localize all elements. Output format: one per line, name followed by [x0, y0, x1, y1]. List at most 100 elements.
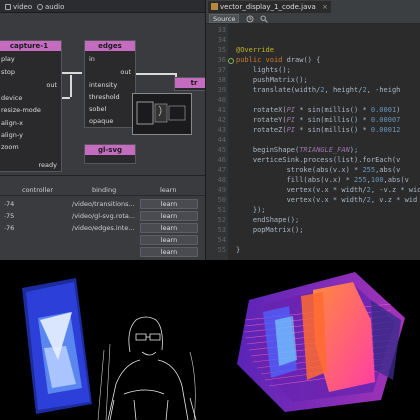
fold-marker-icon[interactable]	[228, 58, 234, 64]
line-number: 38	[217, 76, 226, 84]
param-intensity[interactable]: intensity	[89, 81, 117, 89]
param-resize-mode[interactable]: resize-mode	[1, 106, 41, 114]
code-text: fill(abs(v.x) * 255,100,abs(v	[236, 176, 409, 184]
node-title: capture-1	[0, 41, 61, 51]
column-header-binding: binding	[92, 186, 117, 194]
learn-button[interactable]: learn	[140, 247, 198, 257]
node-gl-svg[interactable]: gl-svg	[84, 144, 136, 164]
learn-button[interactable]: learn	[140, 223, 198, 233]
line-number: 33	[217, 26, 226, 34]
wire	[62, 97, 70, 99]
line-number: 35	[217, 46, 226, 54]
line-number: 51	[217, 206, 226, 214]
tab-video[interactable]: video	[2, 2, 35, 12]
port-out[interactable]: out	[120, 68, 131, 76]
param-play[interactable]: play	[1, 55, 15, 63]
line-number: 55	[217, 246, 226, 254]
tab-audio[interactable]: audio	[34, 2, 67, 12]
learn-button[interactable]: learn	[140, 211, 198, 221]
source-button[interactable]: Source	[209, 14, 240, 23]
close-tab-icon[interactable]: ×	[322, 3, 328, 11]
video-output-left: ~	[0, 260, 205, 420]
node-graph-pane: video audio capture-1 play stop out devi…	[0, 0, 205, 175]
learn-button[interactable]: learn	[140, 235, 198, 245]
code-text: endShape();	[236, 216, 300, 224]
node-title: gl-svg	[85, 145, 135, 155]
code-text: rotateY(PI * sin(millis() * 0.00007	[236, 116, 401, 124]
preview-thumbnail	[132, 93, 192, 135]
param-align-x[interactable]: align-x	[1, 119, 23, 127]
port-in[interactable]: in	[89, 55, 95, 63]
midi-binding-table: controller binding learn - 74 /video/tra…	[0, 175, 205, 260]
line-number: 53	[217, 226, 226, 234]
node-graph-canvas[interactable]: capture-1 play stop out device resize-mo…	[0, 13, 205, 175]
edge-render-visual: ~	[0, 260, 205, 420]
pane-tabbar: video audio	[0, 0, 205, 13]
audio-icon	[37, 4, 43, 10]
fan-render-visual	[205, 260, 420, 420]
cell-controller: 75	[6, 212, 15, 220]
code-text: popMatrix();	[236, 226, 304, 234]
code-text: lights();	[236, 66, 291, 74]
node-partial[interactable]: tr	[174, 77, 205, 91]
line-number: 40	[217, 96, 226, 104]
line-number: 43	[217, 126, 226, 134]
shirt-logo: ~	[140, 387, 145, 394]
param-opaque[interactable]: opaque	[89, 117, 113, 125]
line-number: 41	[217, 106, 226, 114]
tab-video-label: video	[13, 3, 33, 11]
wire	[62, 72, 82, 74]
line-number: 42	[217, 116, 226, 124]
column-header-learn: learn	[160, 186, 177, 194]
line-number: 46	[217, 156, 226, 164]
line-number: 50	[217, 196, 226, 204]
node-title: tr	[175, 78, 205, 88]
video-icon	[5, 4, 11, 10]
node-edges[interactable]: edges in out intensity threshold sobel o…	[84, 40, 136, 128]
line-number: 49	[217, 186, 226, 194]
tab-audio-label: audio	[45, 3, 65, 11]
table-row[interactable]: - 75 /video/gl-svg.rota... learn	[0, 210, 205, 222]
column-header-controller: controller	[22, 186, 54, 194]
code-text: @Override	[236, 46, 274, 54]
line-number: 52	[217, 216, 226, 224]
line-number: 48	[217, 176, 226, 184]
editor-tabbar: vector_display_1_code.java ×	[206, 0, 420, 13]
cell-binding: /video/gl-svg.rota...	[72, 212, 136, 220]
line-number: 34	[217, 36, 226, 44]
code-text: verticeSink.process(list).forEach(v	[236, 156, 401, 164]
code-text: stroke(abs(v.x) * 255,abs(v	[236, 166, 401, 174]
node-capture[interactable]: capture-1 play stop out device resize-mo…	[0, 40, 62, 172]
port-out[interactable]: out	[46, 81, 57, 89]
learn-button[interactable]: learn	[140, 199, 198, 209]
table-header: controller binding learn	[0, 184, 205, 196]
param-align-y[interactable]: align-y	[1, 131, 23, 139]
code-text: translate(width/2, height/2, -heigh	[236, 86, 401, 94]
cell-controller: 74	[6, 200, 15, 208]
tab-vector-display-code[interactable]: vector_display_1_code.java ×	[208, 1, 331, 13]
code-text: beginShape(TRIANGLE_FAN);	[236, 146, 359, 154]
code-text: rotateX(PI * sin(millis() * 0.0001)	[236, 106, 401, 114]
cell-controller: 76	[6, 224, 15, 232]
search-icon[interactable]	[260, 15, 268, 23]
cell-binding: /video/transitions...	[72, 200, 135, 208]
param-threshold[interactable]: threshold	[89, 93, 120, 101]
video-output-right	[205, 260, 420, 420]
param-stop[interactable]: stop	[1, 68, 15, 76]
table-row[interactable]: - 76 /video/edges.inte... learn	[0, 222, 205, 234]
java-file-icon	[211, 3, 218, 10]
table-row[interactable]: - 74 /video/transitions... learn	[0, 198, 205, 210]
param-zoom[interactable]: zoom	[1, 143, 19, 151]
cell-binding: /video/edges.inte...	[72, 224, 135, 232]
line-number: 45	[217, 146, 226, 154]
param-device[interactable]: device	[1, 94, 22, 102]
table-row[interactable]: learn	[0, 246, 205, 258]
line-number: 39	[217, 86, 226, 94]
table-row[interactable]: learn	[0, 234, 205, 246]
code-text: });	[236, 206, 266, 214]
code-text: rotateZ(PI * sin(millis() * 0.00012	[236, 126, 401, 134]
param-sobel[interactable]: sobel	[89, 105, 106, 113]
tab-label: vector_display_1_code.java	[220, 3, 316, 11]
line-number: 54	[217, 236, 226, 244]
history-icon[interactable]	[246, 15, 254, 23]
